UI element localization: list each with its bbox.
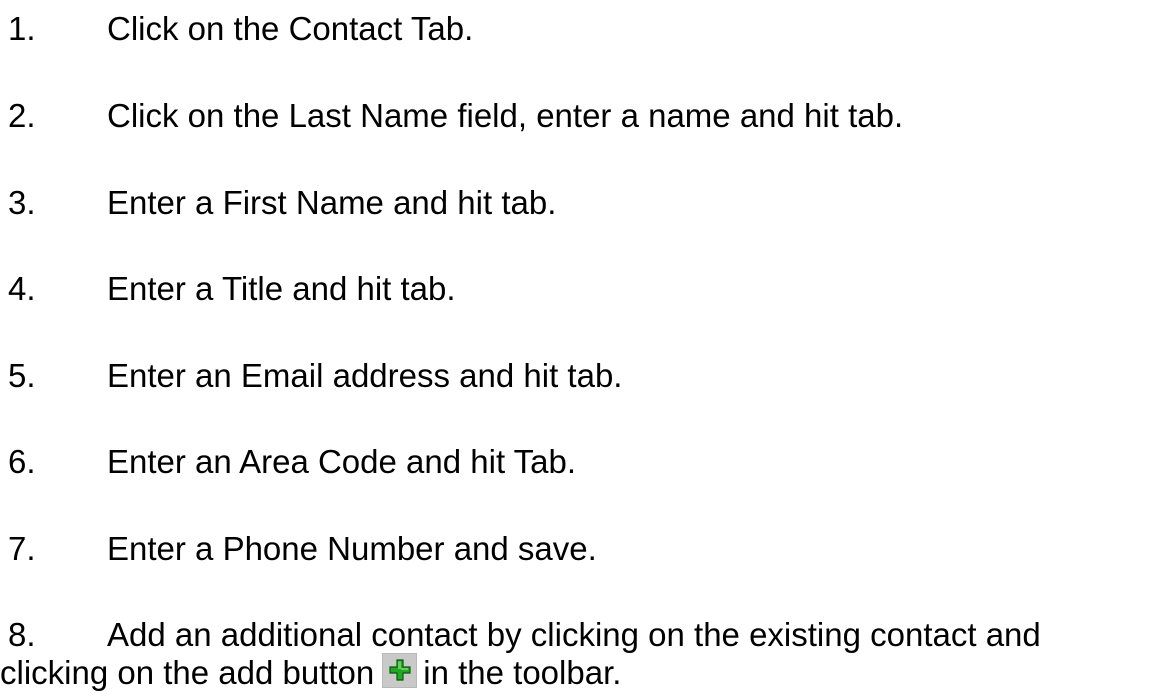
plus-glyph xyxy=(389,659,411,681)
step-text-line-2: clicking on the add button in the toolbar… xyxy=(0,653,1050,693)
step-number: 6. xyxy=(8,443,36,480)
step-text: Add an additional contact by clicking on… xyxy=(0,615,1157,693)
step-text: Enter a Title and hit tab. xyxy=(107,270,456,307)
step-number: 2. xyxy=(8,97,36,134)
step-number: 1. xyxy=(8,10,36,47)
add-plus-icon xyxy=(382,653,418,688)
step-text-line-1: Add an additional contact by clicking on… xyxy=(107,616,1041,653)
step-number: 4. xyxy=(8,270,36,307)
step-text: Click on the Contact Tab. xyxy=(107,10,474,47)
step-text: Enter a Phone Number and save. xyxy=(107,530,597,567)
step-number: 8. xyxy=(8,616,36,653)
step-text: Enter an Area Code and hit Tab. xyxy=(107,443,577,480)
step-text-after-icon: in the toolbar. xyxy=(423,654,622,691)
step-text: Enter a First Name and hit tab. xyxy=(107,184,557,221)
step-number: 5. xyxy=(8,357,36,394)
step-text: Click on the Last Name field, enter a na… xyxy=(107,97,904,134)
step-number: 7. xyxy=(8,530,36,567)
step-text-before-icon: clicking on the add button xyxy=(0,654,375,691)
step-number: 3. xyxy=(8,184,36,221)
step-text: Enter an Email address and hit tab. xyxy=(107,357,623,394)
